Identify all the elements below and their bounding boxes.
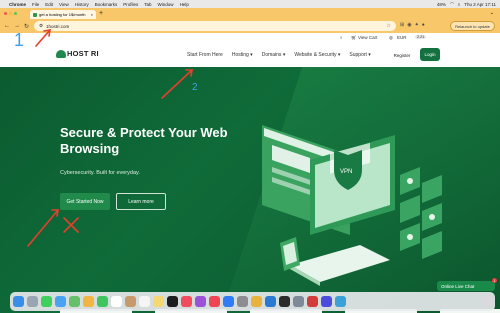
profile-avatar-icon[interactable]: ● <box>422 22 425 28</box>
cart-icon[interactable]: 🛒︎ <box>351 35 357 41</box>
calendar-icon[interactable] <box>111 296 122 307</box>
launchpad-icon[interactable] <box>27 296 38 307</box>
extension-icon[interactable]: ✦ <box>415 22 419 28</box>
tab-search-chevron-icon[interactable]: ⌄ <box>490 10 494 16</box>
security-illustration: VPN <box>262 125 442 286</box>
version-badge: 2.21 <box>415 35 427 39</box>
website-viewport: ⌕ 🛒︎ View Cart ◍ EUR 2.21 HOST RI Start … <box>0 33 500 313</box>
menu-tab[interactable]: Tab <box>144 2 151 7</box>
menu-history[interactable]: History <box>75 2 89 7</box>
phone-illustration <box>280 237 300 271</box>
menu-profiles[interactable]: Profiles <box>123 2 138 7</box>
site-navbar: HOST RI Start From Here Hosting ▾ Domain… <box>0 43 500 67</box>
logo-text: HOST RI <box>67 49 99 58</box>
extension-icon[interactable]: ⊞ <box>400 22 404 28</box>
live-chat-button[interactable]: Online Live Chat 1 <box>437 278 497 291</box>
news-icon[interactable] <box>209 296 220 307</box>
preview-icon[interactable] <box>293 296 304 307</box>
hero-section: Secure & Protect Your Web Browsing Cyber… <box>0 67 500 313</box>
relaunch-update-button[interactable]: Relaunch to update <box>450 21 495 31</box>
menu-help[interactable]: Help <box>180 2 189 7</box>
appstore-icon[interactable] <box>223 296 234 307</box>
photos-icon[interactable] <box>83 296 94 307</box>
hero-title: Secure & Protect Your Web Browsing <box>60 125 228 156</box>
close-tab-icon[interactable]: × <box>91 12 93 17</box>
extension-icon[interactable]: ◉ <box>407 22 411 28</box>
menu-bookmarks[interactable]: Bookmarks <box>95 2 118 7</box>
main-nav: Start From Here Hosting ▾ Domains ▾ Webs… <box>187 52 371 58</box>
macos-menubar: Chrome File Edit View History Bookmarks … <box>0 0 500 8</box>
menu-file[interactable]: File <box>32 2 39 7</box>
tv-icon[interactable] <box>167 296 178 307</box>
nav-website-security[interactable]: Website & Security ▾ <box>294 52 340 58</box>
extension-icons: ⊞ ◉ ✦ ● <box>400 22 425 28</box>
menu-app-name[interactable]: Chrome <box>9 2 26 7</box>
app-icon[interactable] <box>307 296 318 307</box>
site-logo[interactable]: HOST RI <box>56 49 99 58</box>
hero-subtitle: Cybersecurity. Built for everyday. <box>60 170 140 176</box>
zoom-window-button[interactable] <box>14 12 17 15</box>
menu-view[interactable]: View <box>59 2 69 7</box>
svg-text:VPN: VPN <box>340 169 352 175</box>
chrome-icon[interactable] <box>251 296 262 307</box>
logo-mark-icon <box>56 49 66 58</box>
menu-edit[interactable]: Edit <box>45 2 53 7</box>
security-tiles-illustration <box>400 167 442 259</box>
site-topbar: ⌕ 🛒︎ View Cart ◍ EUR 2.21 <box>0 33 500 43</box>
close-window-button[interactable] <box>4 12 7 15</box>
new-tab-button[interactable]: + <box>99 10 103 18</box>
forward-arrow-icon[interactable]: → <box>14 23 20 29</box>
mail-icon[interactable] <box>55 296 66 307</box>
nav-domains[interactable]: Domains ▾ <box>262 52 286 58</box>
contacts-icon[interactable] <box>125 296 136 307</box>
browser-tab-strip: get a hosting for 1$/month × + ⌄ <box>0 8 500 19</box>
get-started-button[interactable]: Get Started Now <box>60 193 110 210</box>
back-arrow-icon[interactable]: ← <box>4 23 10 29</box>
wifi-icon[interactable]: ◠ <box>450 1 454 7</box>
vscode-icon[interactable] <box>265 296 276 307</box>
minimize-window-button[interactable] <box>9 12 12 15</box>
search-icon[interactable]: ⌕ <box>340 35 343 40</box>
app-icon[interactable] <box>321 296 332 307</box>
search-icon[interactable]: ⌕ <box>458 2 461 7</box>
language-icon[interactable]: ◍ <box>389 35 393 41</box>
login-button[interactable]: Login <box>420 48 440 61</box>
register-button[interactable]: Register <box>390 49 414 61</box>
live-chat-label: Online Live Chat <box>441 283 475 289</box>
trash-icon[interactable] <box>481 296 492 307</box>
nav-hosting[interactable]: Hosting ▾ <box>232 52 253 58</box>
reload-icon[interactable]: ↻ <box>24 23 29 30</box>
live-chat-unread-badge: 1 <box>492 278 497 283</box>
podcasts-icon[interactable] <box>195 296 206 307</box>
keyboard-illustration <box>290 245 390 286</box>
url-text[interactable]: 1hostri.com <box>46 24 69 29</box>
battery-percentage[interactable]: 48% <box>437 2 446 7</box>
maps-icon[interactable] <box>69 296 80 307</box>
view-cart-link[interactable]: View Cart <box>358 35 377 40</box>
music-icon[interactable] <box>181 296 192 307</box>
terminal-icon[interactable] <box>279 296 290 307</box>
facetime-icon[interactable] <box>97 296 108 307</box>
menu-window[interactable]: Window <box>158 2 174 7</box>
messages-icon[interactable] <box>41 296 52 307</box>
app-icon[interactable] <box>335 296 346 307</box>
window-controls <box>4 12 17 15</box>
finder-icon[interactable] <box>13 296 24 307</box>
notes-icon[interactable] <box>153 296 164 307</box>
address-bar[interactable]: ⚙ 1hostri.com ☆ <box>34 21 396 31</box>
nav-support[interactable]: Support ▾ <box>349 52 370 58</box>
nav-start-from-here[interactable]: Start From Here <box>187 52 223 58</box>
reminders-icon[interactable] <box>139 296 150 307</box>
tab-title: get a hosting for 1$/month <box>39 12 86 17</box>
menubar-clock[interactable]: Thu 2 Apr 17:11 <box>464 2 496 7</box>
site-favicon-icon <box>33 12 37 17</box>
settings-icon[interactable] <box>237 296 248 307</box>
bookmark-star-icon[interactable]: ☆ <box>387 23 391 29</box>
macos-dock <box>10 292 495 311</box>
learn-more-button[interactable]: Learn more <box>116 193 166 210</box>
browser-tab-active[interactable]: get a hosting for 1$/month × <box>30 10 96 19</box>
currency-selector[interactable]: EUR <box>397 35 407 40</box>
site-info-icon[interactable]: ⚙ <box>39 23 43 29</box>
